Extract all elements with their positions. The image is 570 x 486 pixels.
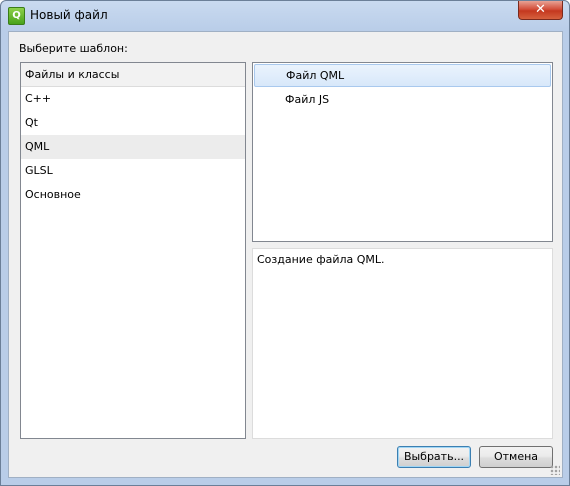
category-item-qt[interactable]: Qt (21, 111, 245, 135)
template-description: Создание файла QML. (252, 248, 553, 439)
close-icon: ✕ (535, 2, 546, 17)
category-item-qml[interactable]: QML (21, 135, 245, 159)
category-list[interactable]: Файлы и классы C++ Qt QML GLSL Основное (20, 62, 246, 439)
category-item-glsl[interactable]: GLSL (21, 159, 245, 183)
resize-grip[interactable] (550, 465, 560, 475)
category-item-general[interactable]: Основное (21, 183, 245, 207)
template-item-qml-file[interactable]: Файл QML (254, 64, 551, 87)
choose-template-label: Выберите шаблон: (19, 42, 128, 55)
choose-button[interactable]: Выбрать... (397, 446, 471, 468)
title-bar[interactable]: Q Новый файл ✕ (1, 1, 569, 31)
close-button[interactable]: ✕ (518, 1, 563, 20)
dialog-body: Выберите шаблон: Файлы и классы C++ Qt Q… (8, 31, 563, 478)
template-list[interactable]: Файл QML Файл JS (252, 62, 553, 242)
new-file-dialog: Q Новый файл ✕ Выберите шаблон: Файлы и … (0, 0, 570, 486)
category-item-cpp[interactable]: C++ (21, 87, 245, 111)
cancel-button[interactable]: Отмена (479, 446, 553, 468)
qt-creator-icon: Q (8, 7, 25, 25)
template-item-js-file[interactable]: Файл JS (254, 88, 551, 111)
category-header-files-and-classes[interactable]: Файлы и классы (21, 63, 245, 87)
window-title: Новый файл (30, 8, 108, 22)
